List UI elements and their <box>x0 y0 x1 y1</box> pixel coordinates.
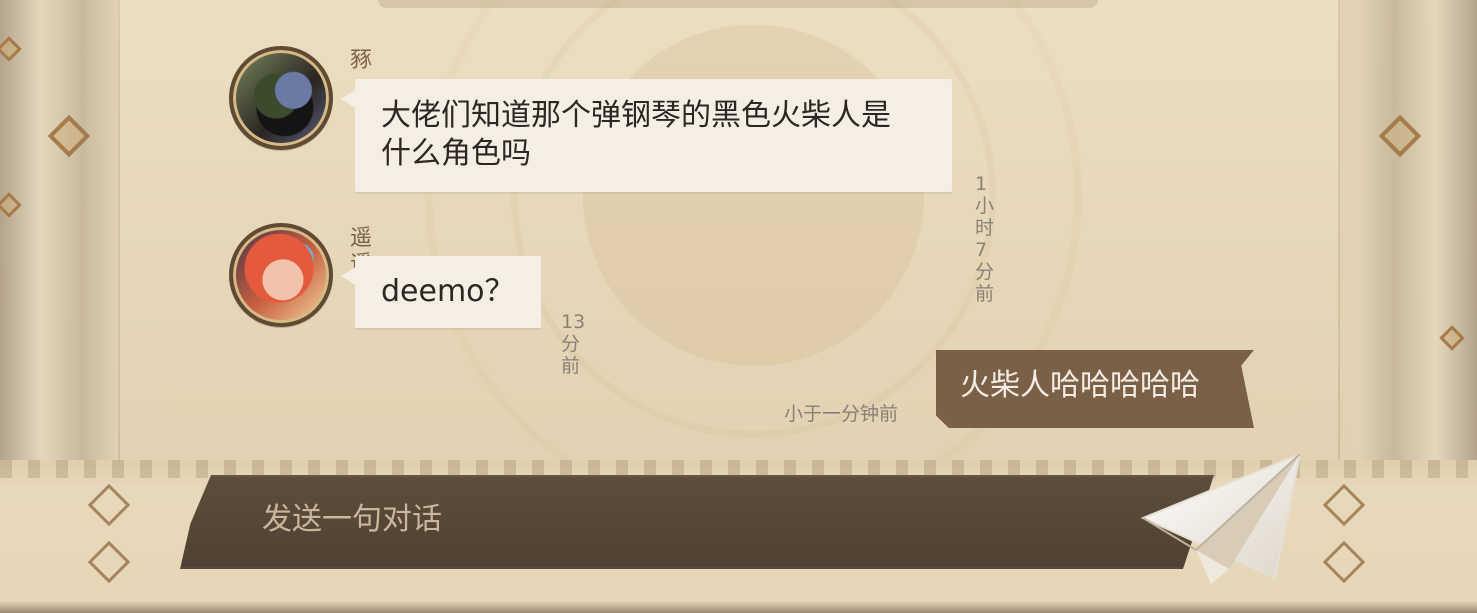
message-time: 13分前 <box>561 311 586 377</box>
bottom-shadow <box>0 601 1477 613</box>
top-panel-shadow <box>378 0 1098 8</box>
paper-plane-icon <box>1140 452 1302 584</box>
message-input-placeholder: 发送一句对话 <box>262 502 442 537</box>
my-message-bubble: 火柴人哈哈哈哈哈 <box>936 350 1254 428</box>
message-bubble: deemo？ <box>341 256 541 328</box>
user-avatar[interactable] <box>229 46 333 150</box>
my-message-text: 火柴人哈哈哈哈哈 <box>960 368 1200 403</box>
sender-name: 豩 <box>350 48 373 73</box>
user-avatar[interactable] <box>229 223 333 327</box>
send-button[interactable] <box>1140 452 1308 588</box>
message-time: 1小时7分前 <box>975 173 995 305</box>
message-text: deemo？ <box>381 274 515 309</box>
message-text: 大佬们知道那个弹钢琴的黑色火柴人是 什么角色吗 <box>381 98 891 171</box>
chat-screen: 豩 大佬们知道那个弹钢琴的黑色火柴人是 什么角色吗 1小时7分前 遥遥 deem… <box>0 0 1477 613</box>
message-bubble: 大佬们知道那个弹钢琴的黑色火柴人是 什么角色吗 <box>341 79 952 192</box>
my-message-time: 小于一分钟前 <box>784 403 899 425</box>
